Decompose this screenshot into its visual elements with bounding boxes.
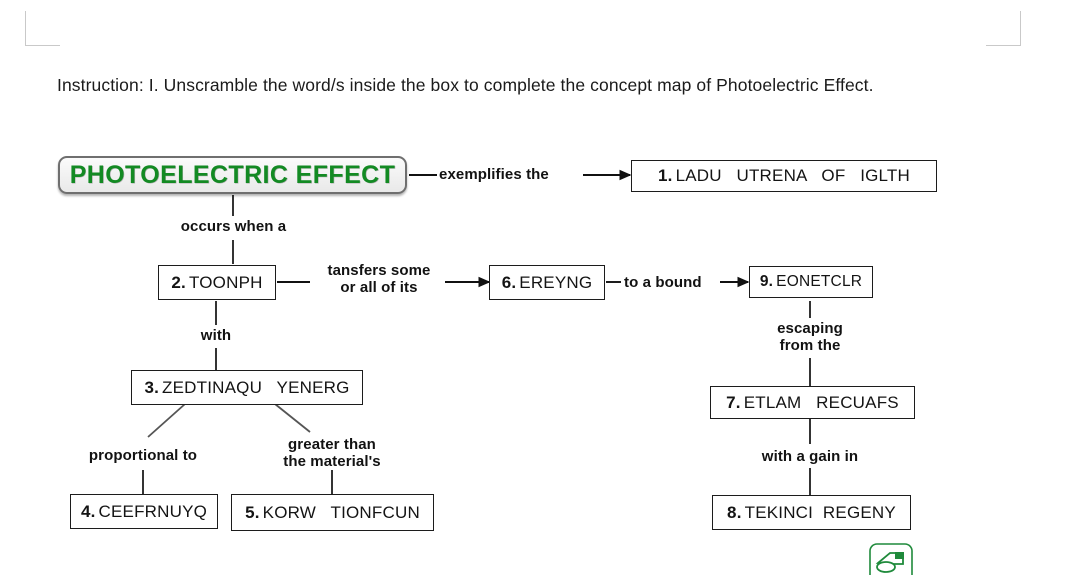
page-canvas: Instruction: I. Unscramble the word/s in… xyxy=(0,0,1080,580)
node-4[interactable]: 4. CEEFRNUYQ xyxy=(70,494,218,529)
node-3[interactable]: 3. ZEDTINAQU YENERG xyxy=(131,370,363,405)
link-label-to-a-bound: to a bound xyxy=(624,274,702,291)
link-label-with: with xyxy=(200,327,232,344)
node-8-number: 8. xyxy=(727,502,742,522)
link-label-transfers-some-or-all-of-its: tansfers some or all of its xyxy=(327,262,431,296)
node-6[interactable]: 6. EREYNG xyxy=(489,265,605,300)
node-1[interactable]: 1. LADU UTRENA OF IGLTH xyxy=(631,160,937,192)
node-title-label: PHOTOELECTRIC EFFECT xyxy=(69,160,396,189)
link-label-escaping-from-the: escaping from the xyxy=(777,320,843,354)
node-8[interactable]: 8. TEKINCI REGENY xyxy=(712,495,911,530)
concept-map: PHOTOELECTRIC EFFECT 1. LADU UTRENA OF I… xyxy=(0,0,1080,563)
link-label-proportional-to: proportional to xyxy=(88,447,198,464)
node-7-label: ETLAM RECUAFS xyxy=(743,392,899,412)
node-9[interactable]: 9. EONETCLR xyxy=(749,266,873,298)
node-6-number: 6. xyxy=(501,272,517,292)
link-label-exemplifies-the: exemplifies the xyxy=(439,166,549,183)
node-2[interactable]: 2. TOONPH xyxy=(158,265,276,300)
node-1-number: 1. xyxy=(658,166,673,185)
node-2-label: TOONPH xyxy=(188,272,263,292)
node-3-number: 3. xyxy=(144,377,160,397)
node-4-number: 4. xyxy=(80,501,96,521)
link-label-greater-than-the-materials: greater than the material's xyxy=(283,436,381,470)
node-8-label: TEKINCI REGENY xyxy=(744,502,896,522)
node-4-label: CEEFRNUYQ xyxy=(98,501,208,521)
link-label-with-a-gain-in: with a gain in xyxy=(761,448,859,465)
node-6-label: EREYNG xyxy=(519,272,593,292)
node-2-number: 2. xyxy=(171,272,186,292)
node-5-label: KORW TIONFCUN xyxy=(262,502,420,522)
node-photoelectric-effect[interactable]: PHOTOELECTRIC EFFECT xyxy=(58,156,407,194)
node-1-label: LADU UTRENA OF IGLTH xyxy=(675,166,910,185)
link-label-occurs-when-a: occurs when a xyxy=(180,218,287,235)
node-3-label: ZEDTINAQU YENERG xyxy=(162,377,350,397)
node-9-label: EONETCLR xyxy=(776,273,863,290)
node-7-number: 7. xyxy=(726,392,741,412)
node-5[interactable]: 5. KORW TIONFCUN xyxy=(231,494,434,531)
node-7[interactable]: 7. ETLAM RECUAFS xyxy=(710,386,915,419)
scanner-icon[interactable] xyxy=(869,543,913,580)
node-5-number: 5. xyxy=(245,502,260,522)
node-9-number: 9. xyxy=(759,273,774,290)
